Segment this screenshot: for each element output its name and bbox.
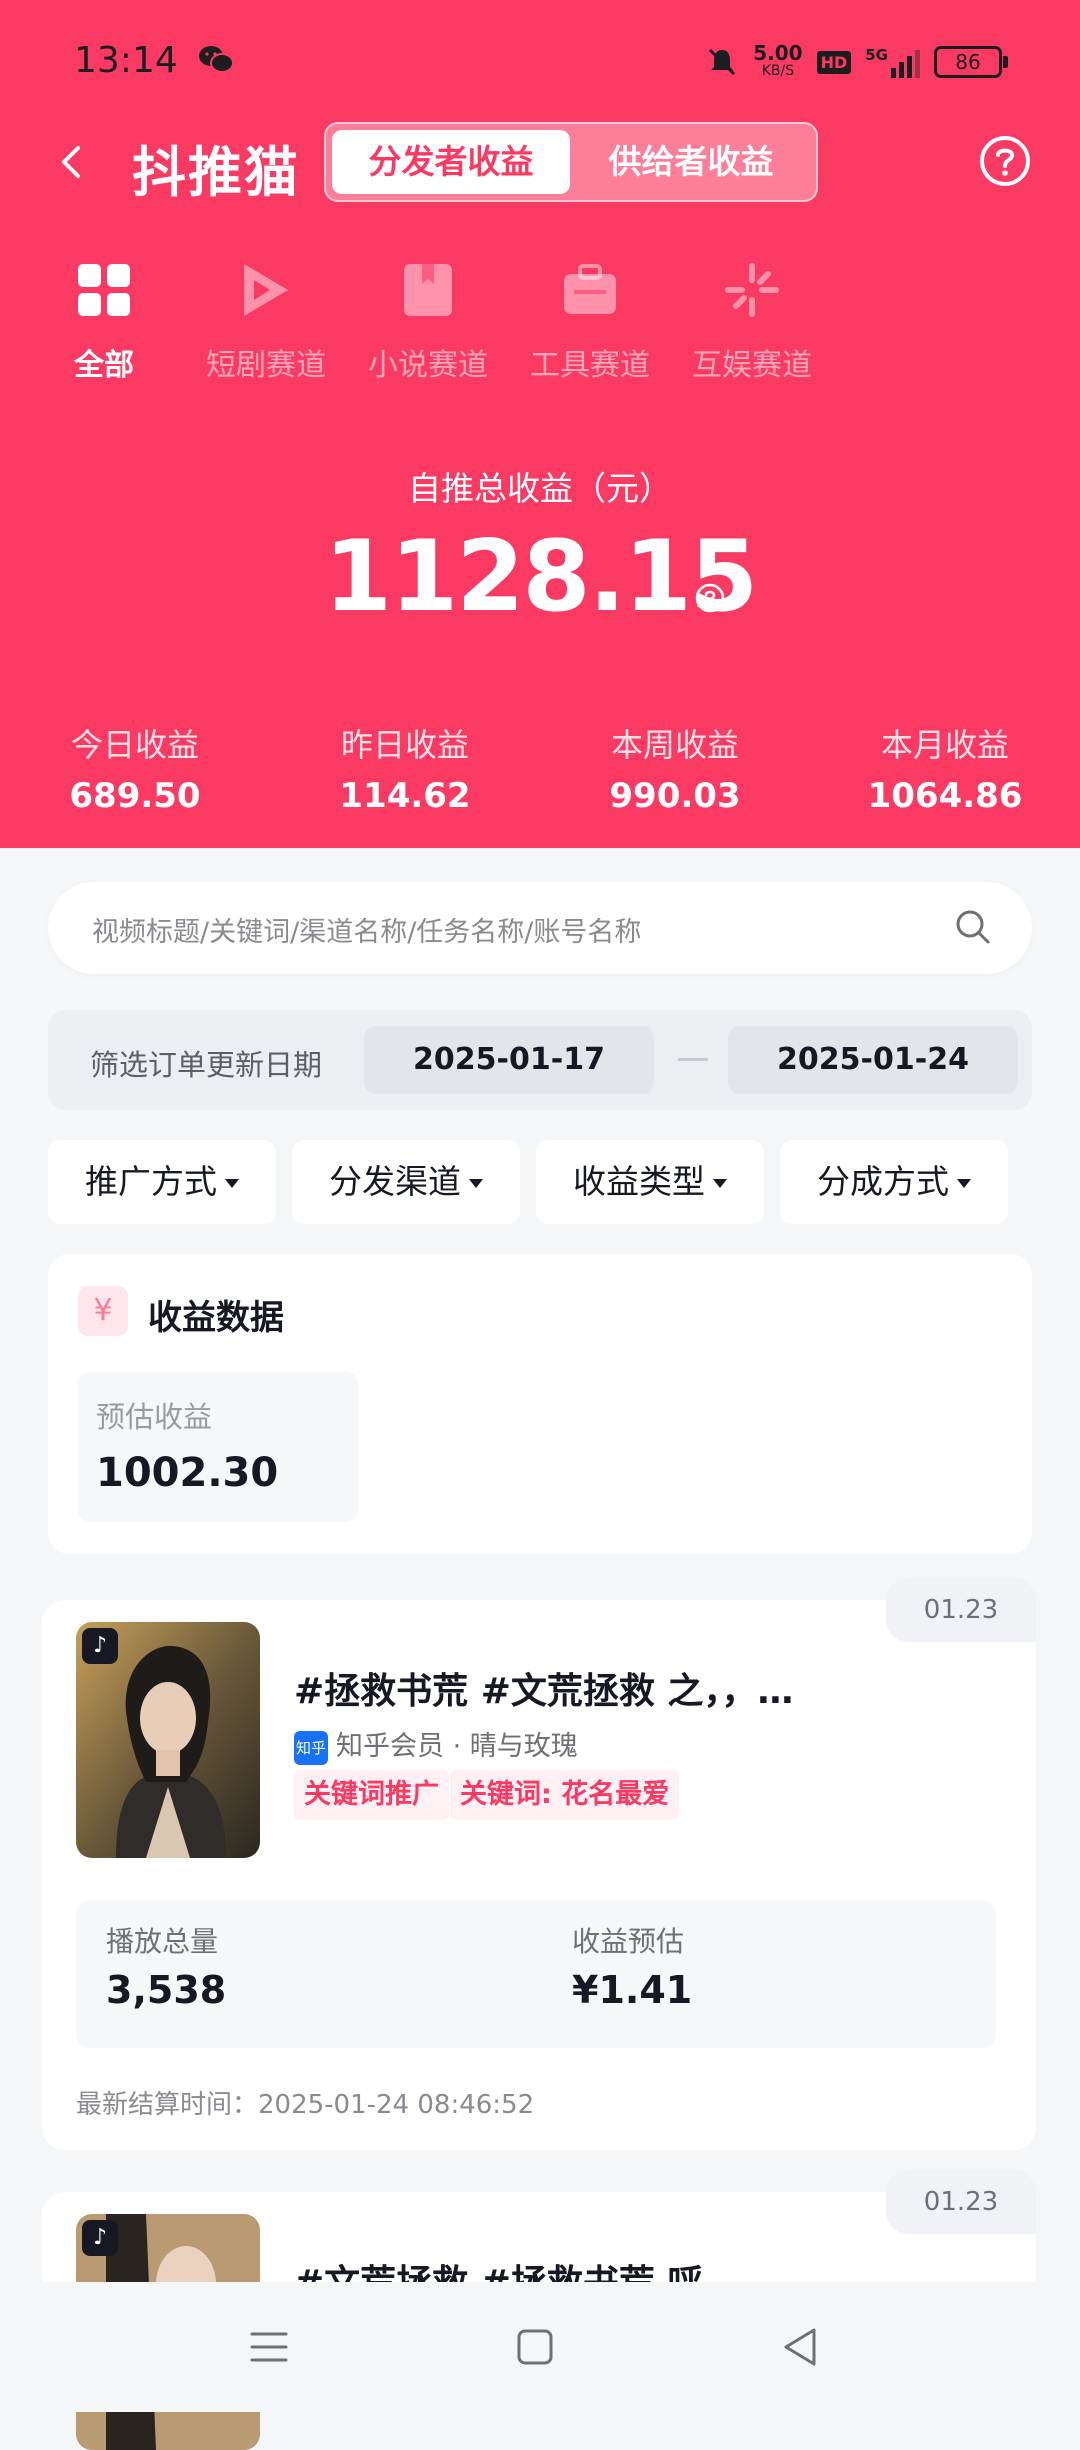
category-label: 工具赛道 <box>530 348 650 383</box>
system-nav-bar <box>0 2282 1080 2412</box>
header: 13:14 5.00 KB/S HD 5G 86 抖推猫 分发者收益 供给者收益… <box>0 0 1080 848</box>
toolbox-icon <box>564 264 616 314</box>
hd-badge: HD <box>816 50 852 74</box>
video-title: #拯救书荒 #文荒拯救 之，，… <box>294 1671 794 1712</box>
start-date-picker[interactable]: 2025-01-17 <box>364 1026 654 1094</box>
filter-channel[interactable]: 分发渠道 <box>292 1140 520 1224</box>
earnings-data-card: ¥ 收益数据 预估收益 1002.30 <box>48 1254 1032 1554</box>
estimated-earnings: 预估收益 1002.30 <box>78 1372 358 1522</box>
stat-month: 本月收益 1064.86 <box>867 726 1023 816</box>
tag-keyword: 关键词: 花名最爱 <box>450 1770 680 1820</box>
category-tabs: 全部 短剧赛道 小说赛道 工具赛道 互娱赛道 <box>0 260 1080 390</box>
back-triangle-icon[interactable] <box>776 2322 826 2372</box>
video-source: 知乎 知乎会员 · 晴与玫瑰 <box>294 1724 578 1765</box>
category-label: 小说赛道 <box>368 348 488 383</box>
book-icon <box>404 264 452 316</box>
earnings-data-title: 收益数据 <box>148 1298 284 1338</box>
stat-yesterday: 昨日收益 114.62 <box>339 726 471 816</box>
stat-week: 本周收益 990.03 <box>609 726 741 816</box>
earnings-tab-switch: 分发者收益 供给者收益 <box>324 122 818 202</box>
tab-distributor-earnings[interactable]: 分发者收益 <box>332 130 570 194</box>
date-separator <box>678 1058 708 1061</box>
battery-indicator: 86 <box>934 46 1008 78</box>
card-date: 01.23 <box>886 2170 1036 2234</box>
signal-icon: 5G <box>865 46 920 78</box>
date-filter: 筛选订单更新日期 2025-01-17 2025-01-24 <box>48 1010 1032 1110</box>
category-entertainment[interactable]: 互娱赛道 <box>672 260 832 384</box>
filter-income-type[interactable]: 收益类型 <box>536 1140 764 1224</box>
menu-icon[interactable] <box>244 2322 294 2372</box>
card-date: 01.23 <box>886 1578 1036 1642</box>
category-label: 全部 <box>74 348 134 383</box>
video-thumbnail[interactable]: ♪ <box>76 1622 260 1858</box>
tag-promotion: 关键词推广 <box>294 1770 449 1820</box>
settlement-time: 最新结算时间：2025-01-24 08:46:52 <box>76 2090 535 2120</box>
total-earnings-value: 1128.15 <box>323 520 758 634</box>
tab-supplier-earnings[interactable]: 供给者收益 <box>572 130 810 194</box>
yen-icon: ¥ <box>78 1286 128 1336</box>
metric-plays: 播放总量 3,538 <box>106 1925 227 2012</box>
wechat-icon <box>199 46 234 73</box>
caret-down-icon <box>957 1179 971 1188</box>
play-icon <box>244 264 288 316</box>
search-icon[interactable] <box>954 908 992 946</box>
category-novel[interactable]: 小说赛道 <box>348 260 508 384</box>
zhihu-icon: 知乎 <box>294 1730 328 1765</box>
top-nav: 抖推猫 分发者收益 供给者收益 <box>0 118 1080 208</box>
douyin-icon: ♪ <box>82 2220 118 2256</box>
search-placeholder: 视频标题/关键词/渠道名称/任务名称/账号名称 <box>92 917 642 948</box>
back-arrow-icon[interactable] <box>50 140 94 184</box>
status-bar: 13:14 5.00 KB/S HD 5G 86 <box>0 40 1080 90</box>
category-tools[interactable]: 工具赛道 <box>510 260 670 384</box>
total-earnings-label: 自推总收益（元） <box>408 469 672 508</box>
net-speed: 5.00 KB/S <box>753 41 803 79</box>
mute-bell-icon <box>709 48 736 76</box>
video-card[interactable]: 01.23 ♪ #拯救书荒 #文荒拯救 之，，… 知乎 知乎会员 · 晴与玫瑰 关… <box>42 1578 1036 2150</box>
status-icons: 5.00 KB/S HD 5G 86 <box>705 41 1008 82</box>
help-icon[interactable] <box>978 134 1032 188</box>
grid-icon <box>78 264 130 316</box>
category-drama[interactable]: 短剧赛道 <box>186 260 346 384</box>
date-filter-label: 筛选订单更新日期 <box>90 1048 323 1082</box>
caret-down-icon <box>469 1179 483 1188</box>
category-label: 互娱赛道 <box>692 348 812 383</box>
sparkle-icon <box>725 263 779 317</box>
app-logo: 抖推猫 <box>132 141 300 204</box>
end-date-picker[interactable]: 2025-01-24 <box>728 1026 1018 1094</box>
home-square-icon[interactable] <box>510 2322 560 2372</box>
caret-down-icon <box>713 1179 727 1188</box>
category-all[interactable]: 全部 <box>24 260 184 384</box>
douyin-icon: ♪ <box>82 1628 118 1664</box>
info-question-icon[interactable] <box>694 582 726 614</box>
status-time: 13:14 <box>74 40 178 81</box>
video-metrics: 播放总量 3,538 收益预估 ¥1.41 <box>76 1900 996 2048</box>
search-input[interactable]: 视频标题/关键词/渠道名称/任务名称/账号名称 <box>48 882 1032 974</box>
stat-today: 今日收益 689.50 <box>69 726 201 816</box>
filter-split-method[interactable]: 分成方式 <box>780 1140 1008 1224</box>
caret-down-icon <box>225 1179 239 1188</box>
category-label: 短剧赛道 <box>206 348 326 383</box>
filter-promotion-method[interactable]: 推广方式 <box>48 1140 276 1224</box>
filter-bar: 推广方式 分发渠道 收益类型 分成方式 <box>48 1140 1038 1224</box>
metric-income: 收益预估 ¥1.41 <box>572 1925 693 2012</box>
